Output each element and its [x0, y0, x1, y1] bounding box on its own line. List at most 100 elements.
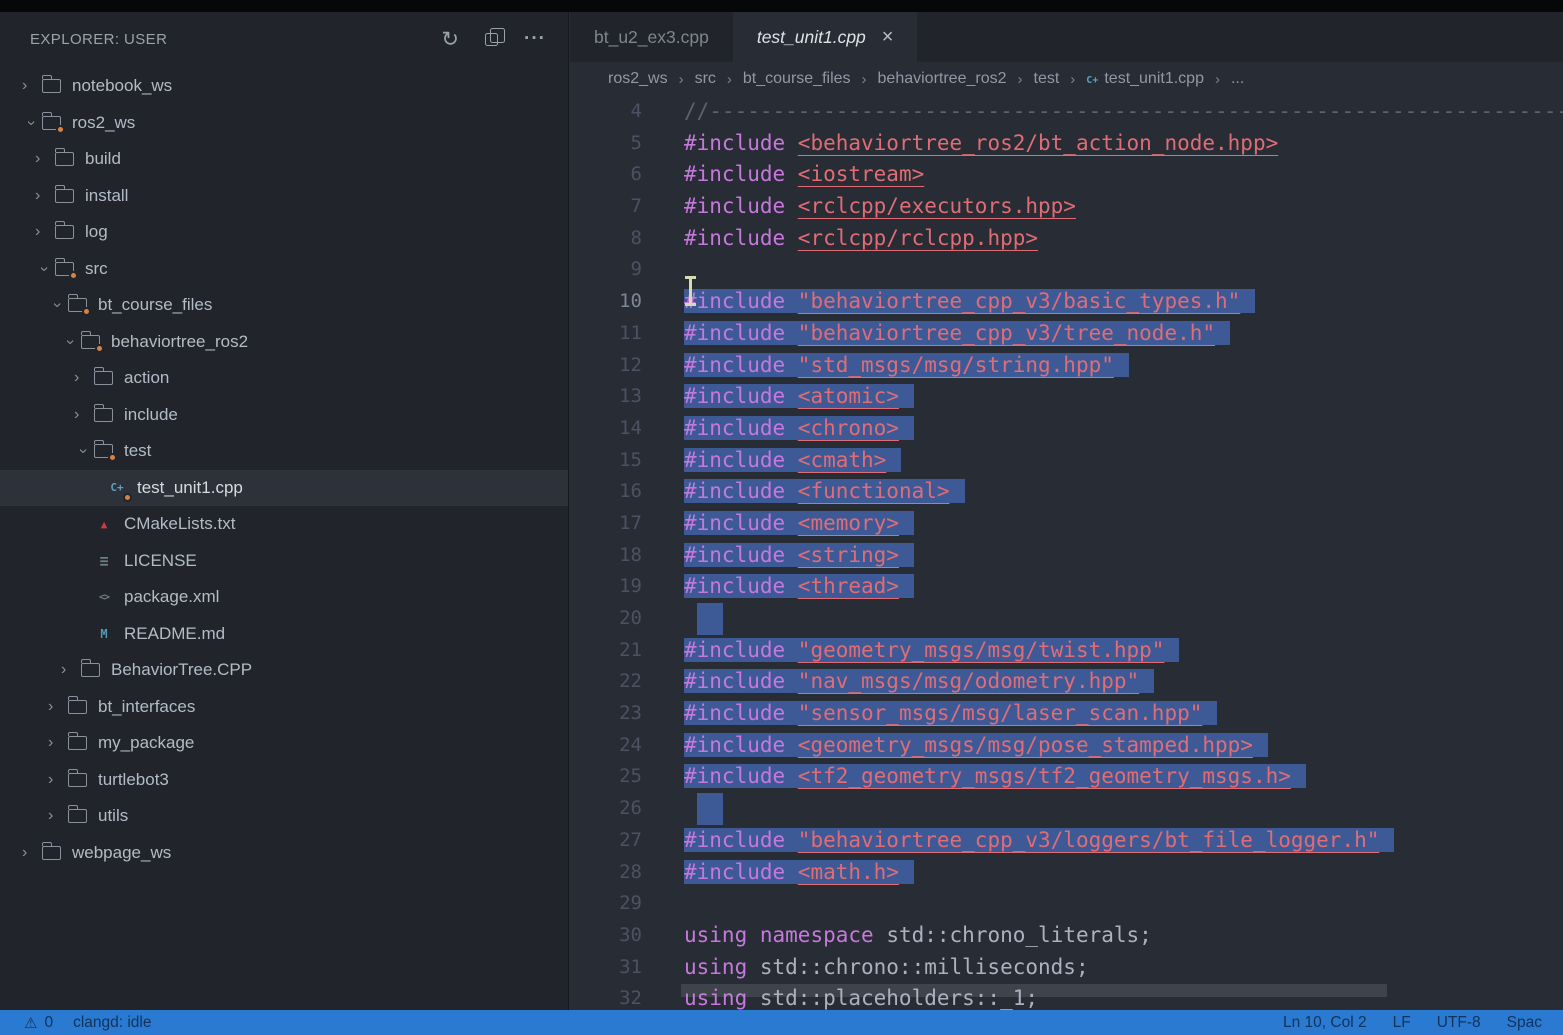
- tree-item-test[interactable]: ›test: [0, 433, 568, 470]
- line-number[interactable]: 8: [570, 223, 642, 255]
- code-line-24[interactable]: 24#include <geometry_msgs/msg/pose_stamp…: [570, 730, 1563, 762]
- status-item-lf[interactable]: LF: [1393, 1014, 1411, 1032]
- tree-item-test_unit1.cpp[interactable]: C+test_unit1.cpp: [0, 470, 568, 507]
- tree-item-log[interactable]: ›log: [0, 214, 568, 251]
- code-line-26[interactable]: 26: [570, 793, 1563, 825]
- line-number[interactable]: 9: [570, 254, 642, 286]
- status-item-utf-8[interactable]: UTF-8: [1437, 1014, 1481, 1032]
- line-number[interactable]: 23: [570, 698, 642, 730]
- line-number[interactable]: 18: [570, 540, 642, 572]
- status-item-0[interactable]: ⚠0: [24, 1014, 53, 1032]
- line-number[interactable]: 32: [570, 983, 642, 1010]
- breadcrumb-item-src[interactable]: src: [695, 70, 716, 88]
- line-number[interactable]: 4: [570, 96, 642, 128]
- line-number[interactable]: 29: [570, 888, 642, 920]
- code-line-18[interactable]: 18#include <string>: [570, 540, 1563, 572]
- tree-item-action[interactable]: ›action: [0, 360, 568, 397]
- code-line-8[interactable]: 8#include <rclcpp/rclcpp.hpp>: [570, 223, 1563, 255]
- line-number[interactable]: 11: [570, 318, 642, 350]
- breadcrumb-item-test[interactable]: test: [1034, 70, 1060, 88]
- tree-item-README.md[interactable]: MREADME.md: [0, 616, 568, 653]
- tree-item-behaviortree_ros2[interactable]: ›behaviortree_ros2: [0, 324, 568, 361]
- line-number[interactable]: 7: [570, 191, 642, 223]
- code-line-9[interactable]: 9: [570, 254, 1563, 286]
- code-line-11[interactable]: 11#include "behaviortree_cpp_v3/tree_nod…: [570, 318, 1563, 350]
- code-line-6[interactable]: 6#include <iostream>: [570, 159, 1563, 191]
- tab-bt_u2_ex3.cpp[interactable]: bt_u2_ex3.cpp: [570, 12, 733, 62]
- breadcrumb-item-ros2_ws[interactable]: ros2_ws: [608, 70, 668, 88]
- line-number[interactable]: 19: [570, 571, 642, 603]
- tree-item-install[interactable]: ›install: [0, 178, 568, 215]
- line-number[interactable]: 25: [570, 761, 642, 793]
- code-line-5[interactable]: 5#include <behaviortree_ros2/bt_action_n…: [570, 128, 1563, 160]
- breadcrumb-item-bt_course_files[interactable]: bt_course_files: [743, 70, 851, 88]
- tree-item-webpage_ws[interactable]: ›webpage_ws: [0, 835, 568, 872]
- code-line-20[interactable]: 20: [570, 603, 1563, 635]
- breadcrumb-item-...[interactable]: ...: [1231, 70, 1244, 88]
- code-line-4[interactable]: 4//-------------------------------------…: [570, 96, 1563, 128]
- line-number[interactable]: 21: [570, 635, 642, 667]
- line-number[interactable]: 26: [570, 793, 642, 825]
- status-item-clangd-idle[interactable]: clangd: idle: [73, 1014, 151, 1032]
- line-number[interactable]: 24: [570, 730, 642, 762]
- code-line-29[interactable]: 29: [570, 888, 1563, 920]
- line-number[interactable]: 30: [570, 920, 642, 952]
- code-line-23[interactable]: 23#include "sensor_msgs/msg/laser_scan.h…: [570, 698, 1563, 730]
- line-number[interactable]: 10: [570, 286, 642, 318]
- tree-item-LICENSE[interactable]: ≡LICENSE: [0, 543, 568, 580]
- code-line-13[interactable]: 13#include <atomic>: [570, 381, 1563, 413]
- status-item-spac[interactable]: Spac: [1507, 1014, 1542, 1032]
- tree-item-my_package[interactable]: ›my_package: [0, 725, 568, 762]
- line-number[interactable]: 22: [570, 666, 642, 698]
- code-line-19[interactable]: 19#include <thread>: [570, 571, 1563, 603]
- line-number[interactable]: 14: [570, 413, 642, 445]
- tree-item-src[interactable]: ›src: [0, 251, 568, 288]
- breadcrumb-item-test_unit1.cpp[interactable]: C+test_unit1.cpp: [1086, 70, 1204, 88]
- tab-test_unit1.cpp[interactable]: test_unit1.cpp×: [733, 12, 918, 62]
- code-line-17[interactable]: 17#include <memory>: [570, 508, 1563, 540]
- code-editor[interactable]: 4//-------------------------------------…: [570, 96, 1563, 1010]
- tree-item-BehaviorTree.CPP[interactable]: ›BehaviorTree.CPP: [0, 652, 568, 689]
- code-line-22[interactable]: 22#include "nav_msgs/msg/odometry.hpp": [570, 666, 1563, 698]
- code-line-10[interactable]: 10#include "behaviortree_cpp_v3/basic_ty…: [570, 286, 1563, 318]
- line-number[interactable]: 27: [570, 825, 642, 857]
- tree-item-CMakeLists.txt[interactable]: ▲CMakeLists.txt: [0, 506, 568, 543]
- line-number[interactable]: 13: [570, 381, 642, 413]
- code-line-25[interactable]: 25#include <tf2_geometry_msgs/tf2_geomet…: [570, 761, 1563, 793]
- code-line-31[interactable]: 31using std::chrono::milliseconds;: [570, 952, 1563, 984]
- more-actions-icon[interactable]: ···: [524, 28, 546, 50]
- line-number[interactable]: 6: [570, 159, 642, 191]
- code-line-27[interactable]: 27#include "behaviortree_cpp_v3/loggers/…: [570, 825, 1563, 857]
- tree-item-build[interactable]: ›build: [0, 141, 568, 178]
- code-line-14[interactable]: 14#include <chrono>: [570, 413, 1563, 445]
- line-number[interactable]: 31: [570, 952, 642, 984]
- tree-item-bt_interfaces[interactable]: ›bt_interfaces: [0, 689, 568, 726]
- horizontal-scrollbar[interactable]: [681, 984, 1387, 997]
- line-number[interactable]: 20: [570, 603, 642, 635]
- status-item-ln-10-col-2[interactable]: Ln 10, Col 2: [1283, 1014, 1367, 1032]
- line-number[interactable]: 15: [570, 445, 642, 477]
- tree-item-include[interactable]: ›include: [0, 397, 568, 434]
- code-line-15[interactable]: 15#include <cmath>: [570, 445, 1563, 477]
- close-icon[interactable]: ×: [882, 27, 894, 47]
- refresh-icon[interactable]: ↻: [441, 29, 459, 50]
- code-line-28[interactable]: 28#include <math.h>: [570, 857, 1563, 889]
- line-number[interactable]: 12: [570, 350, 642, 382]
- code-line-30[interactable]: 30using namespace std::chrono_literals;: [570, 920, 1563, 952]
- tree-item-ros2_ws[interactable]: ›ros2_ws: [0, 105, 568, 142]
- code-line-12[interactable]: 12#include "std_msgs/msg/string.hpp": [570, 350, 1563, 382]
- tree-item-turtlebot3[interactable]: ›turtlebot3: [0, 762, 568, 799]
- tree-item-bt_course_files[interactable]: ›bt_course_files: [0, 287, 568, 324]
- code-line-7[interactable]: 7#include <rclcpp/executors.hpp>: [570, 191, 1563, 223]
- breadcrumb-item-behaviortree_ros2[interactable]: behaviortree_ros2: [878, 70, 1007, 88]
- line-number[interactable]: 16: [570, 476, 642, 508]
- line-number[interactable]: 17: [570, 508, 642, 540]
- code-line-16[interactable]: 16#include <functional>: [570, 476, 1563, 508]
- line-number[interactable]: 5: [570, 128, 642, 160]
- line-number[interactable]: 28: [570, 857, 642, 889]
- new-window-icon[interactable]: [485, 33, 498, 46]
- tree-item-notebook_ws[interactable]: ›notebook_ws: [0, 68, 568, 105]
- code-line-21[interactable]: 21#include "geometry_msgs/msg/twist.hpp": [570, 635, 1563, 667]
- tree-item-utils[interactable]: ›utils: [0, 798, 568, 835]
- tree-item-package.xml[interactable]: <>package.xml: [0, 579, 568, 616]
